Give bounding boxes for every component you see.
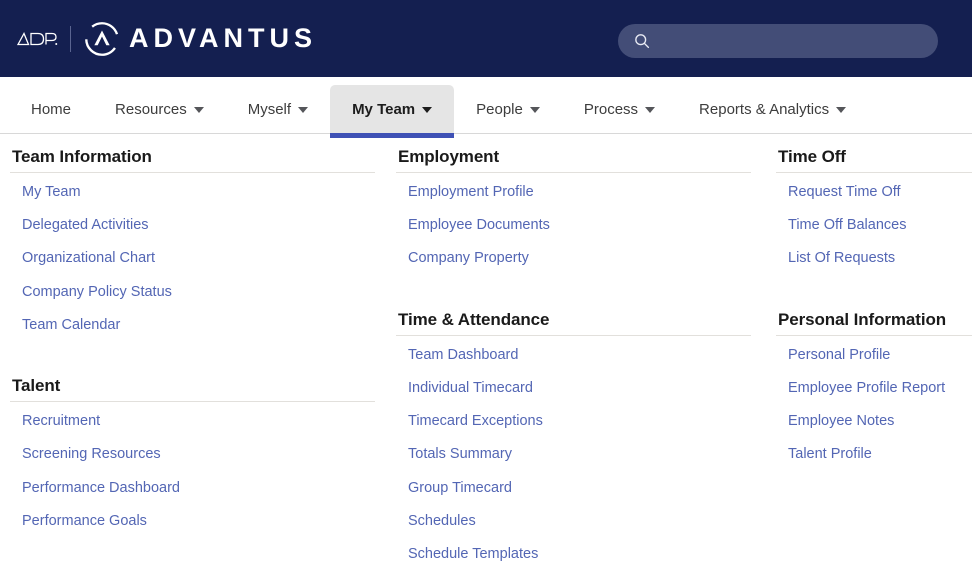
menu-link[interactable]: Time Off Balances <box>776 209 972 242</box>
menu-link[interactable]: Individual Timecard <box>396 372 751 405</box>
chevron-down-icon <box>836 107 847 113</box>
menu-link[interactable]: Company Policy Status <box>10 276 375 309</box>
nav-item-process[interactable]: Process <box>562 85 677 133</box>
advantus-circle-icon <box>84 21 120 57</box>
menu-link[interactable]: Screening Resources <box>10 438 375 471</box>
menu-link[interactable]: Performance Goals <box>10 505 375 538</box>
menu-link[interactable]: Company Property <box>396 242 751 275</box>
section-personal-information: Personal Information Personal Profile Em… <box>776 297 972 472</box>
menu-link[interactable]: My Team <box>10 176 375 209</box>
section-heading: Talent <box>10 363 375 403</box>
nav-label: Resources <box>115 100 187 118</box>
nav-label: Process <box>583 100 639 118</box>
menu-link[interactable]: Employee Notes <box>776 405 972 438</box>
menu-link[interactable]: Organizational Chart <box>10 242 375 275</box>
section-links: Employment Profile Employee Documents Co… <box>396 173 751 276</box>
brand-lockup[interactable]: ADVANTUS <box>16 21 317 57</box>
nav-item-reports-analytics[interactable]: Reports & Analytics <box>677 85 868 133</box>
section-heading: Employment <box>396 134 751 173</box>
search-input[interactable] <box>650 24 938 58</box>
nav-label: My Team <box>352 100 416 118</box>
mega-menu-column-3: Time Off Request Time Off Time Off Balan… <box>768 134 972 571</box>
section-links: My Team Delegated Activities Organizatio… <box>10 173 375 342</box>
nav-label: Home <box>31 100 72 118</box>
section-heading: Time & Attendance <box>396 297 751 336</box>
nav-label: People <box>476 100 523 118</box>
menu-link[interactable]: Performance Dashboard <box>10 472 375 505</box>
menu-link[interactable]: Talent Profile <box>776 438 972 471</box>
global-search[interactable] <box>618 24 938 58</box>
section-time-attendance: Time & Attendance Team Dashboard Individ… <box>396 297 751 572</box>
adp-logo-icon <box>16 28 58 50</box>
menu-link[interactable]: Recruitment <box>10 405 375 438</box>
menu-link[interactable]: Group Timecard <box>396 472 751 505</box>
section-time-off: Time Off Request Time Off Time Off Balan… <box>776 134 972 276</box>
nav-label: Reports & Analytics <box>699 100 830 118</box>
advantus-logo: ADVANTUS <box>84 21 317 57</box>
chevron-down-icon <box>193 107 204 113</box>
section-talent: Talent Recruitment Screening Resources P… <box>10 363 375 538</box>
menu-link[interactable]: Personal Profile <box>776 339 972 372</box>
nav-item-myself[interactable]: Myself <box>226 85 330 133</box>
brand-wordmark: ADVANTUS <box>129 23 317 53</box>
mega-menu-column-1: Team Information My Team Delegated Activ… <box>0 134 388 571</box>
section-employment: Employment Employment Profile Employee D… <box>396 134 751 276</box>
my-team-mega-menu: Team Information My Team Delegated Activ… <box>0 134 972 572</box>
brand-divider <box>70 25 71 52</box>
section-links: Request Time Off Time Off Balances List … <box>776 173 972 276</box>
menu-link[interactable]: Schedule Templates <box>396 538 751 571</box>
section-links: Team Dashboard Individual Timecard Timec… <box>396 336 751 572</box>
primary-navigation: Home Resources Myself My Team People Pro… <box>0 77 972 138</box>
section-links: Personal Profile Employee Profile Report… <box>776 336 972 472</box>
menu-link[interactable]: Team Calendar <box>10 309 375 342</box>
mega-menu-column-2: Employment Employment Profile Employee D… <box>388 134 768 571</box>
menu-link[interactable]: Totals Summary <box>396 438 751 471</box>
nav-label: Myself <box>247 100 292 118</box>
section-heading: Team Information <box>10 134 375 173</box>
nav-item-people[interactable]: People <box>454 85 562 133</box>
menu-link[interactable]: Delegated Activities <box>10 209 375 242</box>
chevron-down-icon <box>645 107 656 113</box>
menu-link[interactable]: Schedules <box>396 505 751 538</box>
menu-link[interactable]: Timecard Exceptions <box>396 405 751 438</box>
chevron-down-icon <box>298 107 309 113</box>
menu-link[interactable]: List Of Requests <box>776 242 972 275</box>
menu-link[interactable]: Employee Profile Report <box>776 372 972 405</box>
nav-item-my-team[interactable]: My Team <box>330 85 455 138</box>
section-heading: Time Off <box>776 134 972 173</box>
section-links: Recruitment Screening Resources Performa… <box>10 402 375 538</box>
menu-link[interactable]: Request Time Off <box>776 176 972 209</box>
section-heading: Personal Information <box>776 297 972 336</box>
app-header: ADVANTUS <box>0 0 972 77</box>
nav-item-resources[interactable]: Resources <box>93 85 226 133</box>
search-icon <box>618 33 650 49</box>
menu-link[interactable]: Team Dashboard <box>396 339 751 372</box>
nav-item-home[interactable]: Home <box>9 85 93 133</box>
menu-link[interactable]: Employment Profile <box>396 176 751 209</box>
chevron-down-icon <box>422 107 433 113</box>
menu-link[interactable]: Employee Documents <box>396 209 751 242</box>
section-team-information: Team Information My Team Delegated Activ… <box>10 134 375 342</box>
chevron-down-icon <box>529 107 540 113</box>
